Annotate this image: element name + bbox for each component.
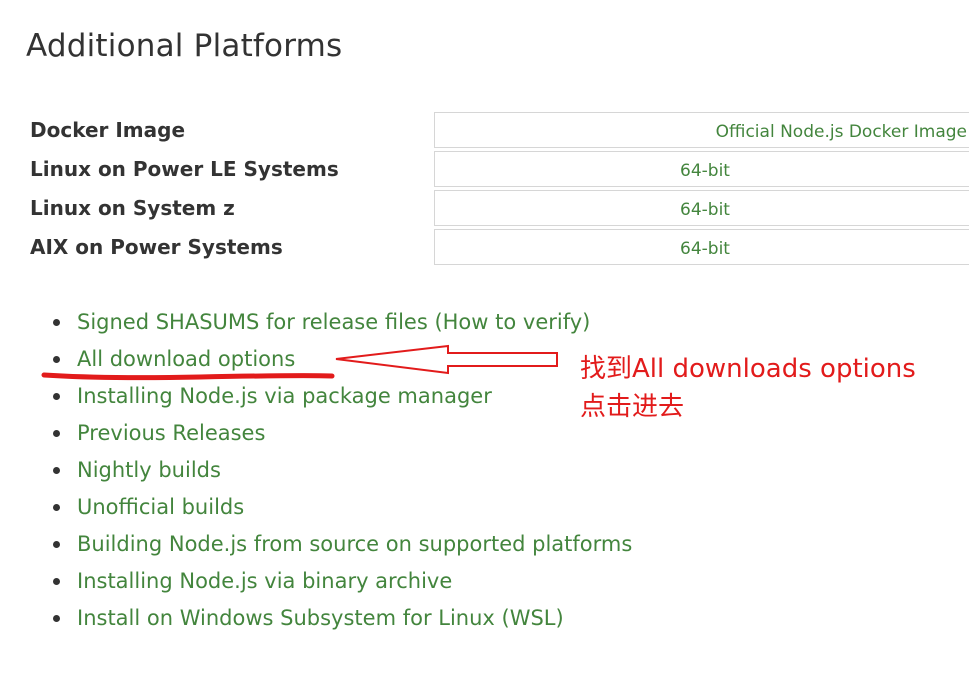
- annotation-note: 找到All downloads options 点击进去: [580, 350, 916, 426]
- platform-name: Linux on System z: [30, 196, 235, 220]
- paren-close: ): [582, 310, 591, 334]
- wsl-install-link[interactable]: Install on Windows Subsystem for Linux (…: [77, 606, 564, 630]
- list-item: Signed SHASUMS for release files (How to…: [50, 304, 632, 341]
- aix-power-64bit-link[interactable]: 64-bit: [680, 239, 730, 259]
- annotation-line-2: 点击进去: [580, 392, 685, 422]
- platform-download-cell: 64-bit: [434, 229, 969, 265]
- signed-shasums-link[interactable]: Signed SHASUMS for release files: [77, 310, 428, 334]
- unofficial-builds-link[interactable]: Unofficial builds: [77, 495, 244, 519]
- binary-archive-link[interactable]: Installing Node.js via binary archive: [77, 569, 452, 593]
- table-row: Docker Image Official Node.js Docker Ima…: [26, 112, 969, 148]
- bullet-icon: [53, 504, 60, 511]
- bullet-icon: [53, 393, 60, 400]
- list-item: Install on Windows Subsystem for Linux (…: [50, 600, 632, 637]
- annotation-line-1: 找到All downloads options: [580, 354, 916, 384]
- platform-download-cell: 64-bit: [434, 151, 969, 187]
- platform-download-cell: Official Node.js Docker Image: [434, 112, 969, 148]
- list-item: Building Node.js from source on supporte…: [50, 526, 632, 563]
- list-item: Unofficial builds: [50, 489, 632, 526]
- table-row: Linux on Power LE Systems 64-bit: [26, 151, 969, 187]
- bullet-icon: [53, 578, 60, 585]
- platform-name: AIX on Power Systems: [30, 235, 283, 259]
- table-row: AIX on Power Systems 64-bit: [26, 229, 969, 265]
- page-title: Additional Platforms: [26, 28, 343, 64]
- linux-power-le-64bit-link[interactable]: 64-bit: [680, 161, 730, 181]
- list-item: Nightly builds: [50, 452, 632, 489]
- bullet-icon: [53, 430, 60, 437]
- download-links-list: Signed SHASUMS for release files (How to…: [50, 304, 632, 637]
- list-item: Installing Node.js via binary archive: [50, 563, 632, 600]
- bullet-icon: [53, 615, 60, 622]
- platform-name: Docker Image: [30, 118, 186, 142]
- platform-name: Linux on Power LE Systems: [30, 157, 339, 181]
- platform-download-cell: 64-bit: [434, 190, 969, 226]
- bullet-icon: [53, 541, 60, 548]
- build-from-source-link[interactable]: Building Node.js from source on supporte…: [77, 532, 632, 556]
- package-manager-link[interactable]: Installing Node.js via package manager: [77, 384, 492, 408]
- list-item: Installing Node.js via package manager: [50, 378, 632, 415]
- all-download-options-link[interactable]: All download options: [77, 347, 295, 371]
- bullet-icon: [53, 356, 60, 363]
- platforms-table: Docker Image Official Node.js Docker Ima…: [26, 109, 969, 268]
- how-to-verify-link[interactable]: How to verify: [443, 310, 583, 334]
- linux-system-z-64bit-link[interactable]: 64-bit: [680, 200, 730, 220]
- docker-image-link[interactable]: Official Node.js Docker Image: [716, 122, 967, 142]
- list-item: All download options: [50, 341, 632, 378]
- nightly-builds-link[interactable]: Nightly builds: [77, 458, 221, 482]
- bullet-icon: [53, 467, 60, 474]
- paren-open: (: [427, 310, 443, 334]
- bullet-icon: [53, 319, 60, 326]
- previous-releases-link[interactable]: Previous Releases: [77, 421, 265, 445]
- table-row: Linux on System z 64-bit: [26, 190, 969, 226]
- list-item: Previous Releases: [50, 415, 632, 452]
